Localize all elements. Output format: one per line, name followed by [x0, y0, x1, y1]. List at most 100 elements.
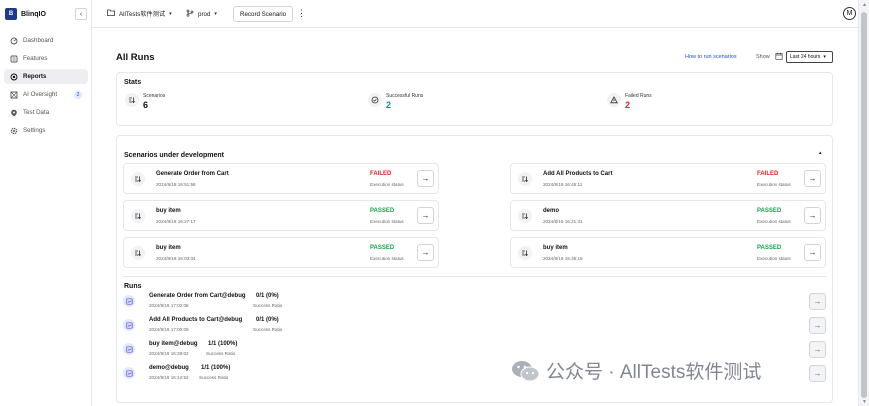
run-name: demo@debug	[149, 365, 189, 371]
arrow-right-icon[interactable]: →	[809, 341, 826, 358]
scenario-status-label: Execution status	[370, 256, 404, 261]
scenario-name: buy item	[156, 208, 181, 214]
run-row[interactable]: Add All Products to Cart@debug 2024/8/18…	[123, 317, 826, 337]
ai-oversight-icon	[10, 91, 18, 99]
scenario-status: PASSED	[757, 245, 782, 251]
stat-label: Successful Runs	[386, 93, 424, 99]
scenario-status-label: Execution status	[757, 256, 791, 261]
divider	[123, 276, 826, 277]
sidebar-nav: Dashboard Features Reports AI Oversight …	[4, 33, 88, 141]
time-range-select[interactable]: Last 24 hours ▾	[786, 51, 833, 63]
scenario-card[interactable]: buy item 2024/8/18 16:03:34 PASSED Execu…	[123, 237, 439, 268]
run-success-ratio: 0/1 (0%)	[256, 317, 279, 323]
arrow-right-icon[interactable]: →	[804, 207, 821, 224]
sidebar-item-dashboard[interactable]: Dashboard	[4, 33, 88, 48]
brand-name: BlinqIO	[21, 10, 46, 18]
avatar[interactable]: M	[843, 7, 856, 20]
chevron-down-icon: ▾	[823, 54, 826, 60]
reports-icon	[10, 73, 18, 81]
stat-failed-runs: Failed Runs 2	[607, 93, 652, 110]
sidebar-item-label: Reports	[23, 73, 47, 80]
scenarios-icon	[125, 93, 139, 107]
stat-label: Failed Runs	[625, 93, 652, 99]
stats-title: Stats	[124, 79, 142, 86]
scenario-name: buy item	[543, 245, 568, 251]
scenario-card[interactable]: demo 2024/8/18 16:21:31 PASSED Execution…	[510, 200, 826, 231]
branch-icon	[186, 9, 194, 19]
sidebar-item-settings[interactable]: Settings	[4, 123, 88, 138]
sidebar-item-label: Test Data	[23, 109, 50, 116]
scroll-down-icon[interactable]: ▼	[862, 399, 867, 405]
run-icon	[123, 367, 135, 379]
arrow-right-icon[interactable]: →	[809, 317, 826, 334]
sidebar-item-reports[interactable]: Reports	[4, 69, 88, 84]
scenario-icon	[131, 172, 145, 186]
main-content: All Runs How to run scenarios Show Last …	[92, 28, 858, 406]
features-icon	[10, 55, 18, 63]
arrow-right-icon[interactable]: →	[417, 170, 434, 187]
project-selector[interactable]: AllTests软件测试 ▾	[107, 9, 172, 18]
run-name: buy item@debug	[149, 341, 198, 347]
scenario-status: PASSED	[370, 245, 395, 251]
warning-icon	[607, 93, 621, 107]
run-date: 2024/8/18 16:14:52	[149, 375, 189, 380]
arrow-right-icon[interactable]: →	[804, 170, 821, 187]
scenario-status: PASSED	[370, 208, 395, 214]
collapse-sidebar-button[interactable]: ‹	[75, 8, 87, 20]
show-label: Show	[756, 54, 770, 60]
scenario-icon	[131, 209, 145, 223]
sidebar-item-ai-oversight[interactable]: AI Oversight 2	[4, 87, 88, 102]
run-success-ratio: 1/1 (100%)	[208, 341, 238, 347]
scroll-thumb[interactable]	[861, 12, 867, 398]
scenario-status: PASSED	[757, 208, 782, 214]
run-success-ratio-label: Success Ratio	[206, 351, 236, 356]
scenario-status: FAILED	[757, 171, 779, 177]
calendar-icon	[775, 52, 783, 62]
run-icon	[123, 343, 135, 355]
arrow-right-icon[interactable]: →	[809, 293, 826, 310]
scenario-date: 2024/8/18 16:51:58	[156, 182, 196, 187]
how-to-run-link[interactable]: How to run scenarios	[685, 54, 737, 60]
dashboard-icon	[10, 37, 18, 45]
run-date: 2024/8/18 16:29:02	[149, 351, 189, 356]
stat-value: 2	[386, 100, 392, 110]
stat-value: 2	[625, 100, 631, 110]
scenario-date: 2024/8/18 16:21:31	[543, 219, 583, 224]
run-success-ratio: 0/1 (0%)	[256, 293, 279, 299]
environment-selector[interactable]: prod ▾	[186, 9, 217, 19]
brand[interactable]: B BlinqIO	[5, 8, 46, 20]
scenario-card[interactable]: Generate Order from Cart 2024/8/18 16:51…	[123, 163, 439, 194]
run-name: Add All Products to Cart@debug	[149, 317, 243, 323]
page-title: All Runs	[116, 52, 155, 63]
more-options-icon[interactable]: ⋮	[297, 8, 306, 19]
scenario-card[interactable]: buy item 2024/8/18 16:27:17 PASSED Execu…	[123, 200, 439, 231]
scrollbar[interactable]: ▲ ▼	[858, 0, 869, 406]
arrow-right-icon[interactable]: →	[417, 244, 434, 261]
scenario-status-label: Execution status	[757, 182, 791, 187]
arrow-right-icon[interactable]: →	[804, 244, 821, 261]
run-row[interactable]: Generate Order from Cart@debug 2024/8/18…	[123, 293, 826, 313]
scenario-card[interactable]: buy item 2024/8/18 15:35:15 PASSED Execu…	[510, 237, 826, 268]
scenario-date: 2024/8/18 16:45:11	[543, 182, 583, 187]
stat-successful-runs: Successful Runs 2	[368, 93, 423, 110]
scroll-up-icon[interactable]: ▲	[862, 2, 867, 8]
run-icon	[123, 295, 135, 307]
sidebar-item-label: Features	[23, 55, 48, 62]
scenario-icon	[518, 246, 532, 260]
scenario-name: Generate Order from Cart	[156, 171, 229, 177]
arrow-right-icon[interactable]: →	[417, 207, 434, 224]
sidebar-item-features[interactable]: Features	[4, 51, 88, 66]
sidebar-item-test-data[interactable]: Test Data	[4, 105, 88, 120]
scenario-name: demo	[543, 208, 560, 214]
run-success-ratio-label: Success Ratio	[253, 327, 283, 332]
gear-icon	[10, 127, 18, 135]
test-data-icon	[10, 109, 18, 117]
record-scenario-button[interactable]: Record Scenario	[233, 6, 294, 22]
run-success-ratio-label: Success Ratio	[253, 303, 283, 308]
scenario-card[interactable]: Add All Products to Cart 2024/8/18 16:45…	[510, 163, 826, 194]
scenario-name: Add All Products to Cart	[543, 171, 613, 177]
run-success-ratio-label: Success Ratio	[199, 375, 229, 380]
collapse-scenarios-icon[interactable]: ▴	[819, 150, 822, 156]
run-icon	[123, 319, 135, 331]
arrow-right-icon[interactable]: →	[809, 365, 826, 382]
